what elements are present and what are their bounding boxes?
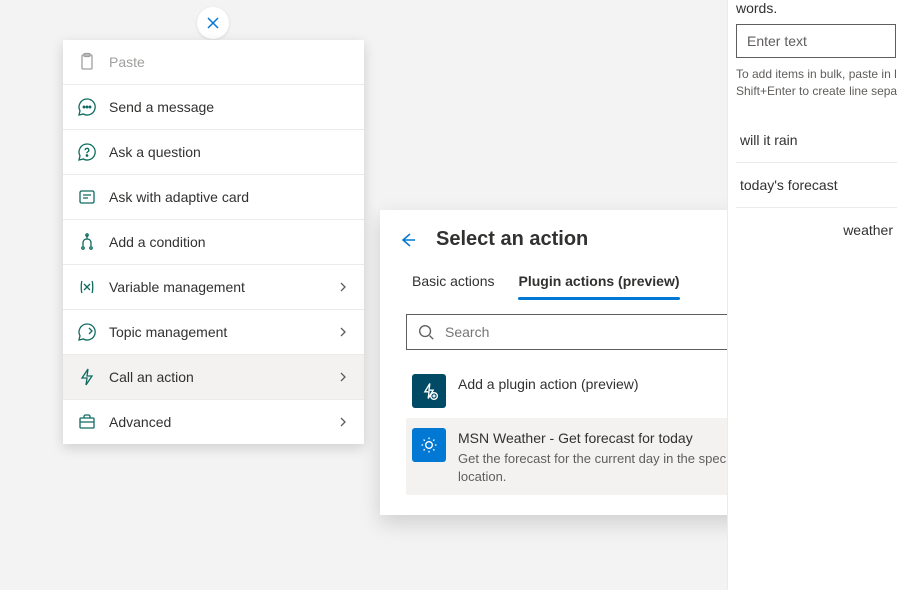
menu-item-ask-question[interactable]: Ask a question [63,130,364,175]
chat-icon [77,97,97,117]
tab-plugin-actions[interactable]: Plugin actions (preview) [518,273,679,299]
phrase-input-placeholder: Enter text [747,33,807,49]
close-icon [205,15,221,31]
menu-item-label: Call an action [109,369,336,385]
menu-item-paste: Paste [63,40,364,85]
chevron-right-icon [336,370,350,384]
add-node-menu: Paste Send a message Ask a question Ask … [63,40,364,444]
variable-icon [77,277,97,297]
branch-icon [77,232,97,252]
menu-item-label: Send a message [109,99,350,115]
menu-item-label: Ask a question [109,144,350,160]
menu-item-label: Add a condition [109,234,350,250]
node-close-button[interactable] [197,7,229,39]
topic-icon [77,322,97,342]
words-label: words. [736,0,897,16]
chevron-right-icon [336,280,350,294]
back-button[interactable] [398,230,418,250]
plugin-add-icon [412,374,446,408]
tab-basic-actions[interactable]: Basic actions [412,273,494,299]
phrase-item[interactable]: today's forecast [736,163,897,208]
lightning-icon [77,367,97,387]
phrase-item[interactable]: weather [736,208,897,252]
menu-item-variable-management[interactable]: Variable management [63,265,364,310]
briefcase-icon [77,412,97,432]
paste-icon [77,52,97,72]
menu-item-label: Paste [109,54,350,70]
menu-item-call-action[interactable]: Call an action [63,355,364,400]
phrase-list: will it rain today's forecast weather [736,118,897,252]
card-icon [77,187,97,207]
menu-item-advanced[interactable]: Advanced [63,400,364,444]
phrase-input[interactable]: Enter text [736,24,896,58]
trigger-phrases-panel: words. Enter text To add items in bulk, … [727,0,897,590]
phrase-input-help: To add items in bulk, paste in li Shift+… [736,66,897,100]
menu-item-send-message[interactable]: Send a message [63,85,364,130]
search-icon [417,323,435,341]
weather-icon [412,428,446,462]
menu-item-label: Variable management [109,279,336,295]
question-icon [77,142,97,162]
chevron-right-icon [336,325,350,339]
menu-item-topic-management[interactable]: Topic management [63,310,364,355]
menu-item-label: Topic management [109,324,336,340]
phrase-item[interactable]: will it rain [736,118,897,163]
menu-item-label: Advanced [109,414,336,430]
menu-item-adaptive-card[interactable]: Ask with adaptive card [63,175,364,220]
menu-item-label: Ask with adaptive card [109,189,350,205]
menu-item-condition[interactable]: Add a condition [63,220,364,265]
chevron-right-icon [336,415,350,429]
